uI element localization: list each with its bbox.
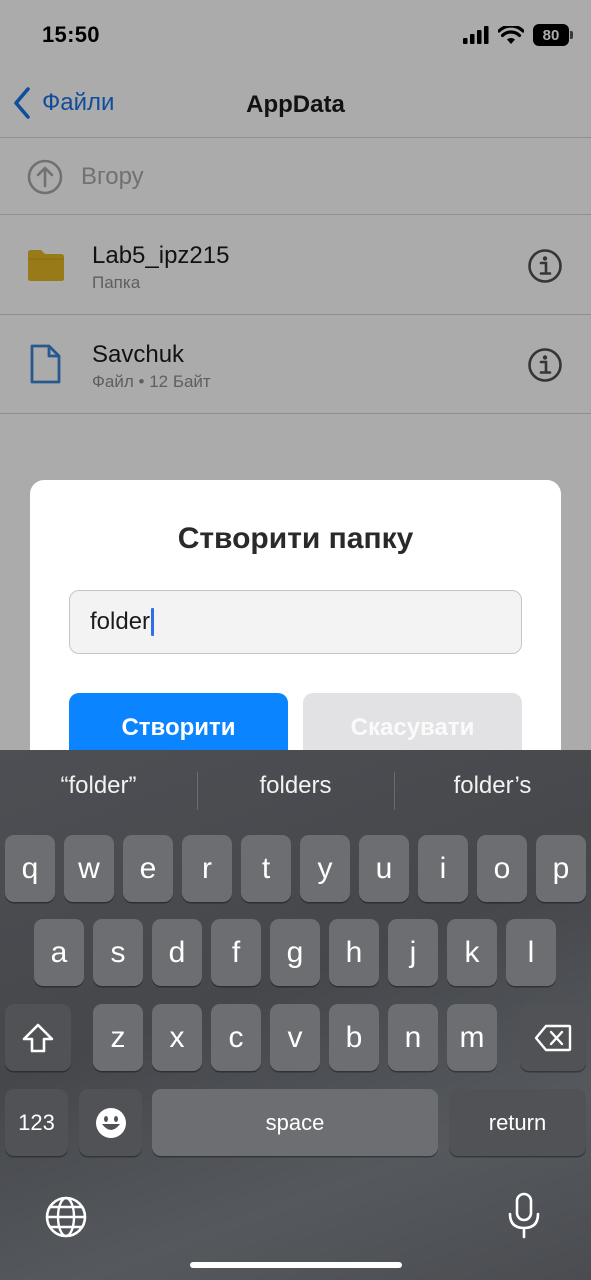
key-y[interactable]: y	[300, 835, 350, 902]
space-key[interactable]: space	[152, 1089, 438, 1156]
key-g[interactable]: g	[270, 919, 320, 986]
suggestion-item[interactable]: folder’s	[394, 772, 591, 800]
key-d[interactable]: d	[152, 919, 202, 986]
keyboard: “folder” folders folder’s q w e r t y u …	[0, 750, 591, 1280]
key-h[interactable]: h	[329, 919, 379, 986]
key-i[interactable]: i	[418, 835, 468, 902]
microphone-icon[interactable]	[506, 1192, 542, 1240]
key-v[interactable]: v	[270, 1004, 320, 1071]
folder-name-input[interactable]: folder	[69, 590, 522, 654]
home-indicator[interactable]	[190, 1262, 402, 1268]
key-j[interactable]: j	[388, 919, 438, 986]
key-b[interactable]: b	[329, 1004, 379, 1071]
key-t[interactable]: t	[241, 835, 291, 902]
key-m[interactable]: m	[447, 1004, 497, 1071]
return-key[interactable]: return	[449, 1089, 586, 1156]
key-u[interactable]: u	[359, 835, 409, 902]
key-a[interactable]: a	[34, 919, 84, 986]
suggestion-item[interactable]: folders	[197, 772, 394, 800]
key-r[interactable]: r	[182, 835, 232, 902]
backspace-icon	[534, 1024, 572, 1051]
globe-icon[interactable]	[44, 1195, 88, 1239]
numbers-key[interactable]: 123	[5, 1089, 68, 1156]
key-z[interactable]: z	[93, 1004, 143, 1071]
key-q[interactable]: q	[5, 835, 55, 902]
key-k[interactable]: k	[447, 919, 497, 986]
suggestion-item[interactable]: “folder”	[0, 772, 197, 800]
key-w[interactable]: w	[64, 835, 114, 902]
key-f[interactable]: f	[211, 919, 261, 986]
key-c[interactable]: c	[211, 1004, 261, 1071]
key-l[interactable]: l	[506, 919, 556, 986]
backspace-key[interactable]	[520, 1004, 586, 1071]
emoji-key[interactable]	[79, 1089, 142, 1156]
key-x[interactable]: x	[152, 1004, 202, 1071]
emoji-icon	[95, 1107, 126, 1138]
suggestion-bar: “folder” folders folder’s	[0, 750, 591, 832]
shift-key[interactable]	[5, 1004, 71, 1071]
key-o[interactable]: o	[477, 835, 527, 902]
key-n[interactable]: n	[388, 1004, 438, 1071]
folder-name-value: folder	[90, 608, 151, 635]
key-e[interactable]: e	[123, 835, 173, 902]
text-caret	[151, 608, 155, 636]
create-folder-dialog: Створити папку folder Створити Скасувати	[30, 480, 561, 780]
key-s[interactable]: s	[93, 919, 143, 986]
dialog-title: Створити папку	[177, 522, 414, 555]
shift-icon	[22, 1023, 54, 1052]
key-p[interactable]: p	[536, 835, 586, 902]
